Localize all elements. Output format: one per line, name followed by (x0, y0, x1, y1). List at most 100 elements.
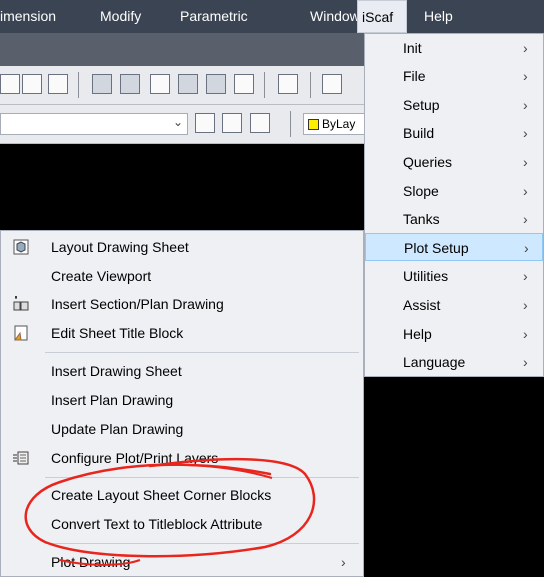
chevron-right-icon: › (523, 97, 528, 113)
text-style-icon[interactable] (322, 74, 342, 94)
iscaf-item-queries[interactable]: Queries › (365, 148, 543, 176)
layer-dropdown[interactable]: ⌄ (0, 113, 188, 135)
iscaf-menu: Init › File › Setup › Build › Queries › Slope… (364, 33, 544, 377)
iscaf-item-language[interactable]: Language › (365, 348, 543, 376)
chevron-right-icon: › (523, 354, 528, 370)
menu-dimension[interactable]: imension (0, 0, 56, 33)
item-label: Language (403, 354, 466, 370)
sub-item-insert-section-plan[interactable]: Insert Section/Plan Drawing (1, 290, 363, 318)
iscaf-item-plot-setup[interactable]: Plot Setup › (365, 233, 543, 261)
menu-separator (45, 477, 359, 478)
sub-item-insert-drawing-sheet[interactable]: Insert Drawing Sheet (1, 357, 363, 385)
insert-drawing-icon (13, 296, 29, 311)
toolbar-divider (310, 72, 311, 98)
menu-modify[interactable]: Modify (100, 0, 141, 33)
sheet-set-icon[interactable] (178, 74, 198, 94)
menu-iscaf[interactable]: iScaf (357, 0, 407, 33)
menu-parametric[interactable]: Parametric (180, 0, 248, 33)
color-dropdown[interactable]: ByLay (303, 113, 373, 135)
chevron-right-icon: › (523, 183, 528, 199)
iscaf-item-slope[interactable]: Slope › (365, 177, 543, 205)
ribbon-strip (0, 33, 370, 66)
layer-states-icon[interactable] (222, 113, 242, 133)
calculator-icon[interactable] (234, 74, 254, 94)
tool-palettes-icon[interactable] (150, 74, 170, 94)
menu-window[interactable]: Window (310, 0, 360, 33)
item-label: Assist (403, 297, 441, 313)
item-label: Help (403, 326, 432, 342)
item-label: Init (403, 40, 422, 56)
iscaf-item-file[interactable]: File › (365, 62, 543, 90)
title-block-icon (14, 325, 28, 341)
chevron-right-icon: › (523, 211, 528, 227)
item-label: Plot Drawing (51, 554, 131, 570)
zoom-window-icon[interactable] (22, 74, 42, 94)
iscaf-item-assist[interactable]: Assist › (365, 291, 543, 319)
iscaf-item-help[interactable]: Help › (365, 320, 543, 348)
color-label: ByLay (322, 117, 356, 131)
toolbar-divider (264, 72, 265, 98)
chevron-right-icon: › (523, 125, 528, 141)
sub-item-edit-title-block[interactable]: Edit Sheet Title Block (1, 319, 363, 347)
sub-item-update-plan-drawing[interactable]: Update Plan Drawing (1, 415, 363, 443)
chevron-down-icon: ⌄ (172, 115, 183, 129)
item-label: Update Plan Drawing (51, 421, 184, 437)
item-label: Slope (403, 183, 439, 199)
iscaf-item-init[interactable]: Init › (365, 34, 543, 62)
sub-item-convert-text-attribute[interactable]: Convert Text to Titleblock Attribute (1, 510, 363, 538)
item-label: Insert Section/Plan Drawing (51, 296, 224, 312)
item-label: Create Layout Sheet Corner Blocks (51, 487, 272, 503)
sub-item-create-corner-blocks[interactable]: Create Layout Sheet Corner Blocks (1, 481, 363, 509)
item-label: Setup (403, 97, 440, 113)
toolbar-divider (78, 72, 79, 98)
item-label: Convert Text to Titleblock Attribute (51, 516, 263, 532)
iscaf-item-utilities[interactable]: Utilities › (365, 262, 543, 290)
chevron-right-icon: › (341, 554, 346, 570)
match-layer-icon[interactable] (250, 113, 270, 133)
chevron-right-icon: › (523, 268, 528, 284)
item-label: Layout Drawing Sheet (51, 239, 189, 255)
item-label: Configure Plot/Print Layers (51, 450, 219, 466)
design-center-icon[interactable] (120, 74, 140, 94)
chevron-right-icon: › (523, 154, 528, 170)
menu-separator (45, 352, 359, 353)
chevron-right-icon: › (523, 68, 528, 84)
iscaf-item-build[interactable]: Build › (365, 119, 543, 147)
zoom-icon[interactable] (0, 74, 20, 94)
chevron-right-icon: › (523, 297, 528, 313)
item-label: Utilities (403, 268, 449, 284)
sub-item-plot-drawing[interactable]: Plot Drawing › (1, 548, 363, 576)
chevron-right-icon: › (523, 40, 528, 56)
item-label: Create Viewport (51, 268, 152, 284)
sub-item-insert-plan-drawing[interactable]: Insert Plan Drawing (1, 386, 363, 414)
item-label: Insert Plan Drawing (51, 392, 174, 408)
menu-help[interactable]: Help (424, 0, 453, 33)
item-label: Queries (403, 154, 453, 170)
properties-toolbar: ⌄ ByLay (0, 105, 373, 144)
layers-icon (13, 451, 29, 465)
item-label: Tanks (403, 211, 440, 227)
markup-icon[interactable] (206, 74, 226, 94)
properties-icon[interactable] (92, 74, 112, 94)
standard-toolbar (0, 66, 370, 105)
item-label: Insert Drawing Sheet (51, 363, 182, 379)
item-label: Plot Setup (404, 240, 469, 256)
sub-item-configure-layers[interactable]: Configure Plot/Print Layers (1, 444, 363, 472)
menu-separator (45, 543, 359, 544)
item-label: File (403, 68, 426, 84)
menubar: imension Modify Parametric Window iScaf … (0, 0, 544, 33)
help-question-icon[interactable] (278, 74, 298, 94)
sub-item-create-viewport[interactable]: Create Viewport (1, 262, 363, 290)
item-label: Build (403, 125, 435, 141)
sub-item-layout-drawing-sheet[interactable]: Layout Drawing Sheet (1, 233, 363, 261)
layer-previous-icon[interactable] (195, 113, 215, 133)
plot-setup-submenu: Layout Drawing Sheet Create Viewport Ins… (0, 230, 364, 577)
chevron-right-icon: › (523, 326, 528, 342)
item-label: Edit Sheet Title Block (51, 325, 184, 341)
chevron-right-icon: › (524, 240, 529, 256)
layout-sheet-icon (13, 239, 29, 255)
zoom-previous-icon[interactable] (48, 74, 68, 94)
toolbar-divider (290, 111, 291, 137)
iscaf-item-tanks[interactable]: Tanks › (365, 205, 543, 233)
iscaf-item-setup[interactable]: Setup › (365, 91, 543, 119)
